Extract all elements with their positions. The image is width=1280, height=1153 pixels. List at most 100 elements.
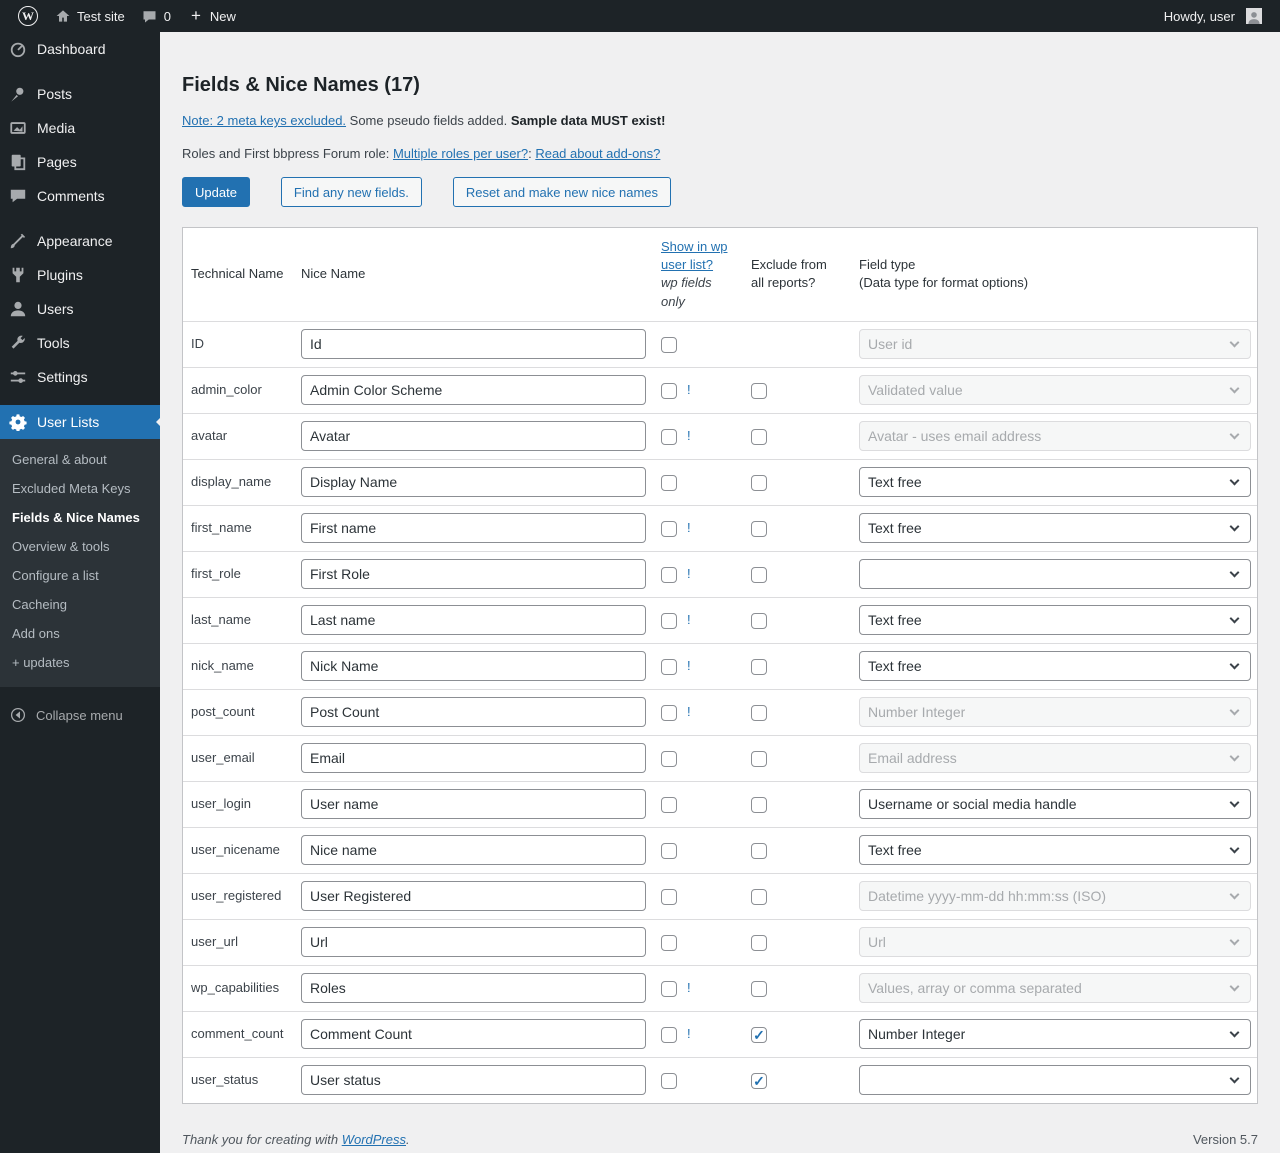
nice-name-input[interactable]: [301, 789, 646, 819]
exclude-checkbox[interactable]: [751, 843, 767, 859]
field-type-select[interactable]: Number Integer: [859, 1019, 1251, 1049]
field-type-select[interactable]: [859, 559, 1251, 589]
exclude-checkbox[interactable]: [751, 889, 767, 905]
submenu-updates[interactable]: + updates: [0, 648, 160, 677]
sidebar-item-media[interactable]: Media: [0, 111, 160, 145]
exclude-checkbox[interactable]: [751, 429, 767, 445]
multiple-roles-link[interactable]: Multiple roles per user?: [393, 146, 528, 161]
submenu-configure-a-list[interactable]: Configure a list: [0, 561, 160, 590]
show-in-list-checkbox[interactable]: [661, 751, 677, 767]
nice-name-input[interactable]: [301, 1065, 646, 1095]
exclude-checkbox[interactable]: [751, 751, 767, 767]
nice-name-input[interactable]: [301, 605, 646, 635]
show-in-list-checkbox[interactable]: [661, 935, 677, 951]
sidebar-item-dashboard[interactable]: Dashboard: [0, 32, 160, 66]
field-type-select[interactable]: User id: [859, 329, 1251, 359]
bang-link[interactable]: !: [687, 704, 691, 719]
show-in-list-checkbox[interactable]: [661, 567, 677, 583]
nice-name-input[interactable]: [301, 835, 646, 865]
nice-name-input[interactable]: [301, 881, 646, 911]
nice-name-input[interactable]: [301, 651, 646, 681]
show-in-list-checkbox[interactable]: [661, 659, 677, 675]
nice-name-input[interactable]: [301, 559, 646, 589]
bang-link[interactable]: !: [687, 382, 691, 397]
comments-bubble[interactable]: 0: [133, 0, 179, 32]
show-in-list-checkbox[interactable]: [661, 981, 677, 997]
field-type-select[interactable]: Number Integer: [859, 697, 1251, 727]
show-in-list-checkbox[interactable]: [661, 429, 677, 445]
sidebar-item-posts[interactable]: Posts: [0, 77, 160, 111]
nice-name-input[interactable]: [301, 927, 646, 957]
nice-name-input[interactable]: [301, 375, 646, 405]
submenu-overview-tools[interactable]: Overview & tools: [0, 532, 160, 561]
submenu-add-ons[interactable]: Add ons: [0, 619, 160, 648]
exclude-checkbox[interactable]: [751, 935, 767, 951]
nice-name-input[interactable]: [301, 697, 646, 727]
field-type-select[interactable]: [859, 1065, 1251, 1095]
exclude-checkbox[interactable]: [751, 1027, 767, 1043]
exclude-checkbox[interactable]: [751, 981, 767, 997]
new-content-menu[interactable]: + New: [179, 0, 244, 32]
sidebar-item-tools[interactable]: Tools: [0, 326, 160, 360]
show-in-list-checkbox[interactable]: [661, 613, 677, 629]
exclude-checkbox[interactable]: [751, 1073, 767, 1089]
submenu-cacheing[interactable]: Cacheing: [0, 590, 160, 619]
update-button[interactable]: Update: [182, 177, 250, 207]
sidebar-item-users[interactable]: Users: [0, 292, 160, 326]
show-in-list-checkbox[interactable]: [661, 337, 677, 353]
bang-link[interactable]: !: [687, 658, 691, 673]
nice-name-input[interactable]: [301, 973, 646, 1003]
field-type-select[interactable]: Text free: [859, 605, 1251, 635]
bang-link[interactable]: !: [687, 1026, 691, 1041]
bang-link[interactable]: !: [687, 428, 691, 443]
exclude-checkbox[interactable]: [751, 567, 767, 583]
show-in-list-checkbox[interactable]: [661, 705, 677, 721]
submenu-general-about[interactable]: General & about: [0, 445, 160, 474]
show-in-list-checkbox[interactable]: [661, 521, 677, 537]
field-type-select[interactable]: Validated value: [859, 375, 1251, 405]
field-type-select[interactable]: Text free: [859, 835, 1251, 865]
excluded-meta-keys-link[interactable]: Note: 2 meta keys excluded.: [182, 113, 346, 128]
sidebar-item-user-lists[interactable]: User Lists: [0, 405, 160, 439]
show-in-list-checkbox[interactable]: [661, 797, 677, 813]
sidebar-item-pages[interactable]: Pages: [0, 145, 160, 179]
my-account-menu[interactable]: Howdy, user: [1156, 0, 1270, 32]
site-name-link[interactable]: Test site: [46, 0, 133, 32]
exclude-checkbox[interactable]: [751, 659, 767, 675]
bang-link[interactable]: !: [687, 612, 691, 627]
sidebar-item-comments[interactable]: Comments: [0, 179, 160, 213]
nice-name-input[interactable]: [301, 1019, 646, 1049]
wordpress-link[interactable]: WordPress: [342, 1132, 406, 1147]
read-about-addons-link[interactable]: Read about add-ons?: [535, 146, 660, 161]
field-type-select[interactable]: Datetime yyyy-mm-dd hh:mm:ss (ISO): [859, 881, 1251, 911]
exclude-checkbox[interactable]: [751, 383, 767, 399]
show-in-list-checkbox[interactable]: [661, 1073, 677, 1089]
show-in-list-checkbox[interactable]: [661, 1027, 677, 1043]
wordpress-logo-menu[interactable]: W: [10, 0, 46, 32]
show-in-list-checkbox[interactable]: [661, 383, 677, 399]
field-type-select[interactable]: Avatar - uses email address: [859, 421, 1251, 451]
field-type-select[interactable]: Email address: [859, 743, 1251, 773]
exclude-checkbox[interactable]: [751, 797, 767, 813]
reset-nice-names-button[interactable]: Reset and make new nice names: [453, 177, 671, 207]
show-in-list-checkbox[interactable]: [661, 843, 677, 859]
exclude-checkbox[interactable]: [751, 613, 767, 629]
sidebar-item-appearance[interactable]: Appearance: [0, 224, 160, 258]
field-type-select[interactable]: Text free: [859, 467, 1251, 497]
bang-link[interactable]: !: [687, 520, 691, 535]
field-type-select[interactable]: Url: [859, 927, 1251, 957]
find-new-fields-button[interactable]: Find any new fields.: [281, 177, 422, 207]
submenu-excluded-meta-keys[interactable]: Excluded Meta Keys: [0, 474, 160, 503]
sidebar-item-settings[interactable]: Settings: [0, 360, 160, 394]
nice-name-input[interactable]: [301, 421, 646, 451]
field-type-select[interactable]: Text free: [859, 651, 1251, 681]
show-in-wp-user-list-link[interactable]: Show in wp user list?: [661, 238, 735, 274]
nice-name-input[interactable]: [301, 329, 646, 359]
field-type-select[interactable]: Username or social media handle: [859, 789, 1251, 819]
show-in-list-checkbox[interactable]: [661, 475, 677, 491]
nice-name-input[interactable]: [301, 467, 646, 497]
submenu-fields-nice-names[interactable]: Fields & Nice Names: [0, 503, 160, 532]
sidebar-item-plugins[interactable]: Plugins: [0, 258, 160, 292]
show-in-list-checkbox[interactable]: [661, 889, 677, 905]
exclude-checkbox[interactable]: [751, 521, 767, 537]
